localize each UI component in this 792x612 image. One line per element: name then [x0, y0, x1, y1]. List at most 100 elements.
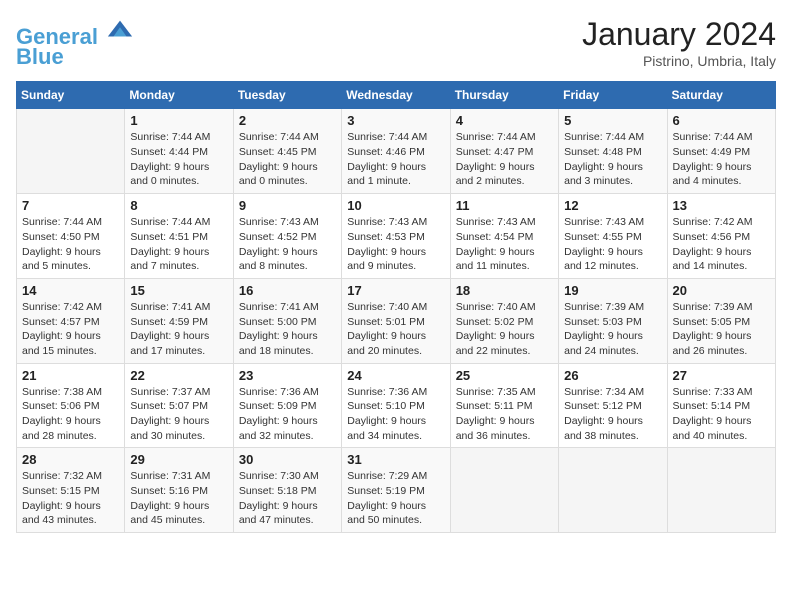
day-info: Sunrise: 7:29 AM Sunset: 5:19 PM Dayligh… — [347, 469, 444, 528]
week-row-3: 14 Sunrise: 7:42 AM Sunset: 4:57 PM Dayli… — [17, 278, 776, 363]
week-row-4: 21 Sunrise: 7:38 AM Sunset: 5:06 PM Dayli… — [17, 363, 776, 448]
day-info: Sunrise: 7:31 AM Sunset: 5:16 PM Dayligh… — [130, 469, 227, 528]
day-number: 29 — [130, 452, 227, 467]
day-info: Sunrise: 7:41 AM Sunset: 5:00 PM Dayligh… — [239, 300, 336, 359]
day-info: Sunrise: 7:32 AM Sunset: 5:15 PM Dayligh… — [22, 469, 119, 528]
day-cell: 17Sunrise: 7:40 AM Sunset: 5:01 PM Dayli… — [342, 278, 450, 363]
day-cell: 4 Sunrise: 7:44 AM Sunset: 4:47 PM Daylig… — [450, 109, 558, 194]
day-info: Sunrise: 7:43 AM Sunset: 4:53 PM Dayligh… — [347, 215, 444, 274]
day-cell: 11 Sunrise: 7:43 AM Sunset: 4:54 PM Dayli… — [450, 194, 558, 279]
day-info: Sunrise: 7:43 AM Sunset: 4:52 PM Dayligh… — [239, 215, 336, 274]
day-cell: 13Sunrise: 7:42 AM Sunset: 4:56 PM Dayli… — [667, 194, 775, 279]
day-cell: 10Sunrise: 7:43 AM Sunset: 4:53 PM Dayli… — [342, 194, 450, 279]
day-info: Sunrise: 7:44 AM Sunset: 4:44 PM Dayligh… — [130, 130, 227, 189]
day-number: 25 — [456, 368, 553, 383]
day-number: 28 — [22, 452, 119, 467]
day-number: 7 — [22, 198, 119, 213]
day-number: 26 — [564, 368, 661, 383]
day-info: Sunrise: 7:40 AM Sunset: 5:02 PM Dayligh… — [456, 300, 553, 359]
day-cell: 6 Sunrise: 7:44 AM Sunset: 4:49 PM Daylig… — [667, 109, 775, 194]
day-info: Sunrise: 7:41 AM Sunset: 4:59 PM Dayligh… — [130, 300, 227, 359]
day-cell: 9 Sunrise: 7:43 AM Sunset: 4:52 PM Daylig… — [233, 194, 341, 279]
day-info: Sunrise: 7:30 AM Sunset: 5:18 PM Dayligh… — [239, 469, 336, 528]
day-number: 23 — [239, 368, 336, 383]
day-cell: 14 Sunrise: 7:42 AM Sunset: 4:57 PM Dayli… — [17, 278, 125, 363]
day-info: Sunrise: 7:36 AM Sunset: 5:09 PM Dayligh… — [239, 385, 336, 444]
day-cell: 1Sunrise: 7:44 AM Sunset: 4:44 PM Daylig… — [125, 109, 233, 194]
weekday-header-wednesday: Wednesday — [342, 82, 450, 109]
day-info: Sunrise: 7:38 AM Sunset: 5:06 PM Dayligh… — [22, 385, 119, 444]
day-cell: 27Sunrise: 7:33 AM Sunset: 5:14 PM Dayli… — [667, 363, 775, 448]
day-cell: 21 Sunrise: 7:38 AM Sunset: 5:06 PM Dayli… — [17, 363, 125, 448]
day-cell: 16 Sunrise: 7:41 AM Sunset: 5:00 PM Dayli… — [233, 278, 341, 363]
logo: General Blue — [16, 16, 134, 69]
day-cell: 12 Sunrise: 7:43 AM Sunset: 4:55 PM Dayli… — [559, 194, 667, 279]
day-info: Sunrise: 7:39 AM Sunset: 5:05 PM Dayligh… — [673, 300, 770, 359]
page-header: General Blue January 2024 Pistrino, Umbr… — [16, 16, 776, 69]
day-cell: 18 Sunrise: 7:40 AM Sunset: 5:02 PM Dayli… — [450, 278, 558, 363]
day-info: Sunrise: 7:37 AM Sunset: 5:07 PM Dayligh… — [130, 385, 227, 444]
day-cell: 24 Sunrise: 7:36 AM Sunset: 5:10 PM Dayli… — [342, 363, 450, 448]
day-cell — [559, 448, 667, 533]
day-cell: 15 Sunrise: 7:41 AM Sunset: 4:59 PM Dayli… — [125, 278, 233, 363]
day-number: 12 — [564, 198, 661, 213]
day-number: 13 — [673, 198, 770, 213]
day-number: 18 — [456, 283, 553, 298]
day-cell — [667, 448, 775, 533]
day-cell: 23 Sunrise: 7:36 AM Sunset: 5:09 PM Dayli… — [233, 363, 341, 448]
day-info: Sunrise: 7:44 AM Sunset: 4:48 PM Dayligh… — [564, 130, 661, 189]
day-number: 30 — [239, 452, 336, 467]
weekday-header-monday: Monday — [125, 82, 233, 109]
day-cell: 20Sunrise: 7:39 AM Sunset: 5:05 PM Dayli… — [667, 278, 775, 363]
day-number: 14 — [22, 283, 119, 298]
day-cell: 31 Sunrise: 7:29 AM Sunset: 5:19 PM Dayli… — [342, 448, 450, 533]
day-cell: 28 Sunrise: 7:32 AM Sunset: 5:15 PM Dayli… — [17, 448, 125, 533]
day-info: Sunrise: 7:44 AM Sunset: 4:47 PM Dayligh… — [456, 130, 553, 189]
day-info: Sunrise: 7:34 AM Sunset: 5:12 PM Dayligh… — [564, 385, 661, 444]
day-info: Sunrise: 7:44 AM Sunset: 4:49 PM Dayligh… — [673, 130, 770, 189]
weekday-header-saturday: Saturday — [667, 82, 775, 109]
day-info: Sunrise: 7:44 AM Sunset: 4:51 PM Dayligh… — [130, 215, 227, 274]
day-info: Sunrise: 7:40 AM Sunset: 5:01 PM Dayligh… — [347, 300, 444, 359]
weekday-header-row: SundayMondayTuesdayWednesdayThursdayFrid… — [17, 82, 776, 109]
day-number: 16 — [239, 283, 336, 298]
day-cell: 25 Sunrise: 7:35 AM Sunset: 5:11 PM Dayli… — [450, 363, 558, 448]
location: Pistrino, Umbria, Italy — [582, 53, 776, 69]
day-info: Sunrise: 7:39 AM Sunset: 5:03 PM Dayligh… — [564, 300, 661, 359]
week-row-1: 1Sunrise: 7:44 AM Sunset: 4:44 PM Daylig… — [17, 109, 776, 194]
day-number: 31 — [347, 452, 444, 467]
day-cell: 19Sunrise: 7:39 AM Sunset: 5:03 PM Dayli… — [559, 278, 667, 363]
day-cell: 29 Sunrise: 7:31 AM Sunset: 5:16 PM Dayli… — [125, 448, 233, 533]
day-number: 24 — [347, 368, 444, 383]
day-number: 11 — [456, 198, 553, 213]
day-number: 9 — [239, 198, 336, 213]
day-number: 6 — [673, 113, 770, 128]
day-number: 21 — [22, 368, 119, 383]
day-info: Sunrise: 7:36 AM Sunset: 5:10 PM Dayligh… — [347, 385, 444, 444]
weekday-header-thursday: Thursday — [450, 82, 558, 109]
day-cell: 2 Sunrise: 7:44 AM Sunset: 4:45 PM Daylig… — [233, 109, 341, 194]
day-info: Sunrise: 7:42 AM Sunset: 4:57 PM Dayligh… — [22, 300, 119, 359]
day-cell: 3Sunrise: 7:44 AM Sunset: 4:46 PM Daylig… — [342, 109, 450, 194]
day-number: 15 — [130, 283, 227, 298]
day-number: 27 — [673, 368, 770, 383]
day-number: 4 — [456, 113, 553, 128]
day-info: Sunrise: 7:43 AM Sunset: 4:54 PM Dayligh… — [456, 215, 553, 274]
day-number: 2 — [239, 113, 336, 128]
day-cell: 30 Sunrise: 7:30 AM Sunset: 5:18 PM Dayli… — [233, 448, 341, 533]
day-info: Sunrise: 7:44 AM Sunset: 4:45 PM Dayligh… — [239, 130, 336, 189]
weekday-header-friday: Friday — [559, 82, 667, 109]
day-info: Sunrise: 7:35 AM Sunset: 5:11 PM Dayligh… — [456, 385, 553, 444]
day-cell: 22Sunrise: 7:37 AM Sunset: 5:07 PM Dayli… — [125, 363, 233, 448]
day-info: Sunrise: 7:44 AM Sunset: 4:46 PM Dayligh… — [347, 130, 444, 189]
weekday-header-sunday: Sunday — [17, 82, 125, 109]
day-number: 5 — [564, 113, 661, 128]
day-cell — [17, 109, 125, 194]
weekday-header-tuesday: Tuesday — [233, 82, 341, 109]
day-cell: 5 Sunrise: 7:44 AM Sunset: 4:48 PM Daylig… — [559, 109, 667, 194]
month-title: January 2024 — [582, 16, 776, 53]
day-cell: 7Sunrise: 7:44 AM Sunset: 4:50 PM Daylig… — [17, 194, 125, 279]
day-cell — [450, 448, 558, 533]
day-cell: 8Sunrise: 7:44 AM Sunset: 4:51 PM Daylig… — [125, 194, 233, 279]
day-info: Sunrise: 7:43 AM Sunset: 4:55 PM Dayligh… — [564, 215, 661, 274]
